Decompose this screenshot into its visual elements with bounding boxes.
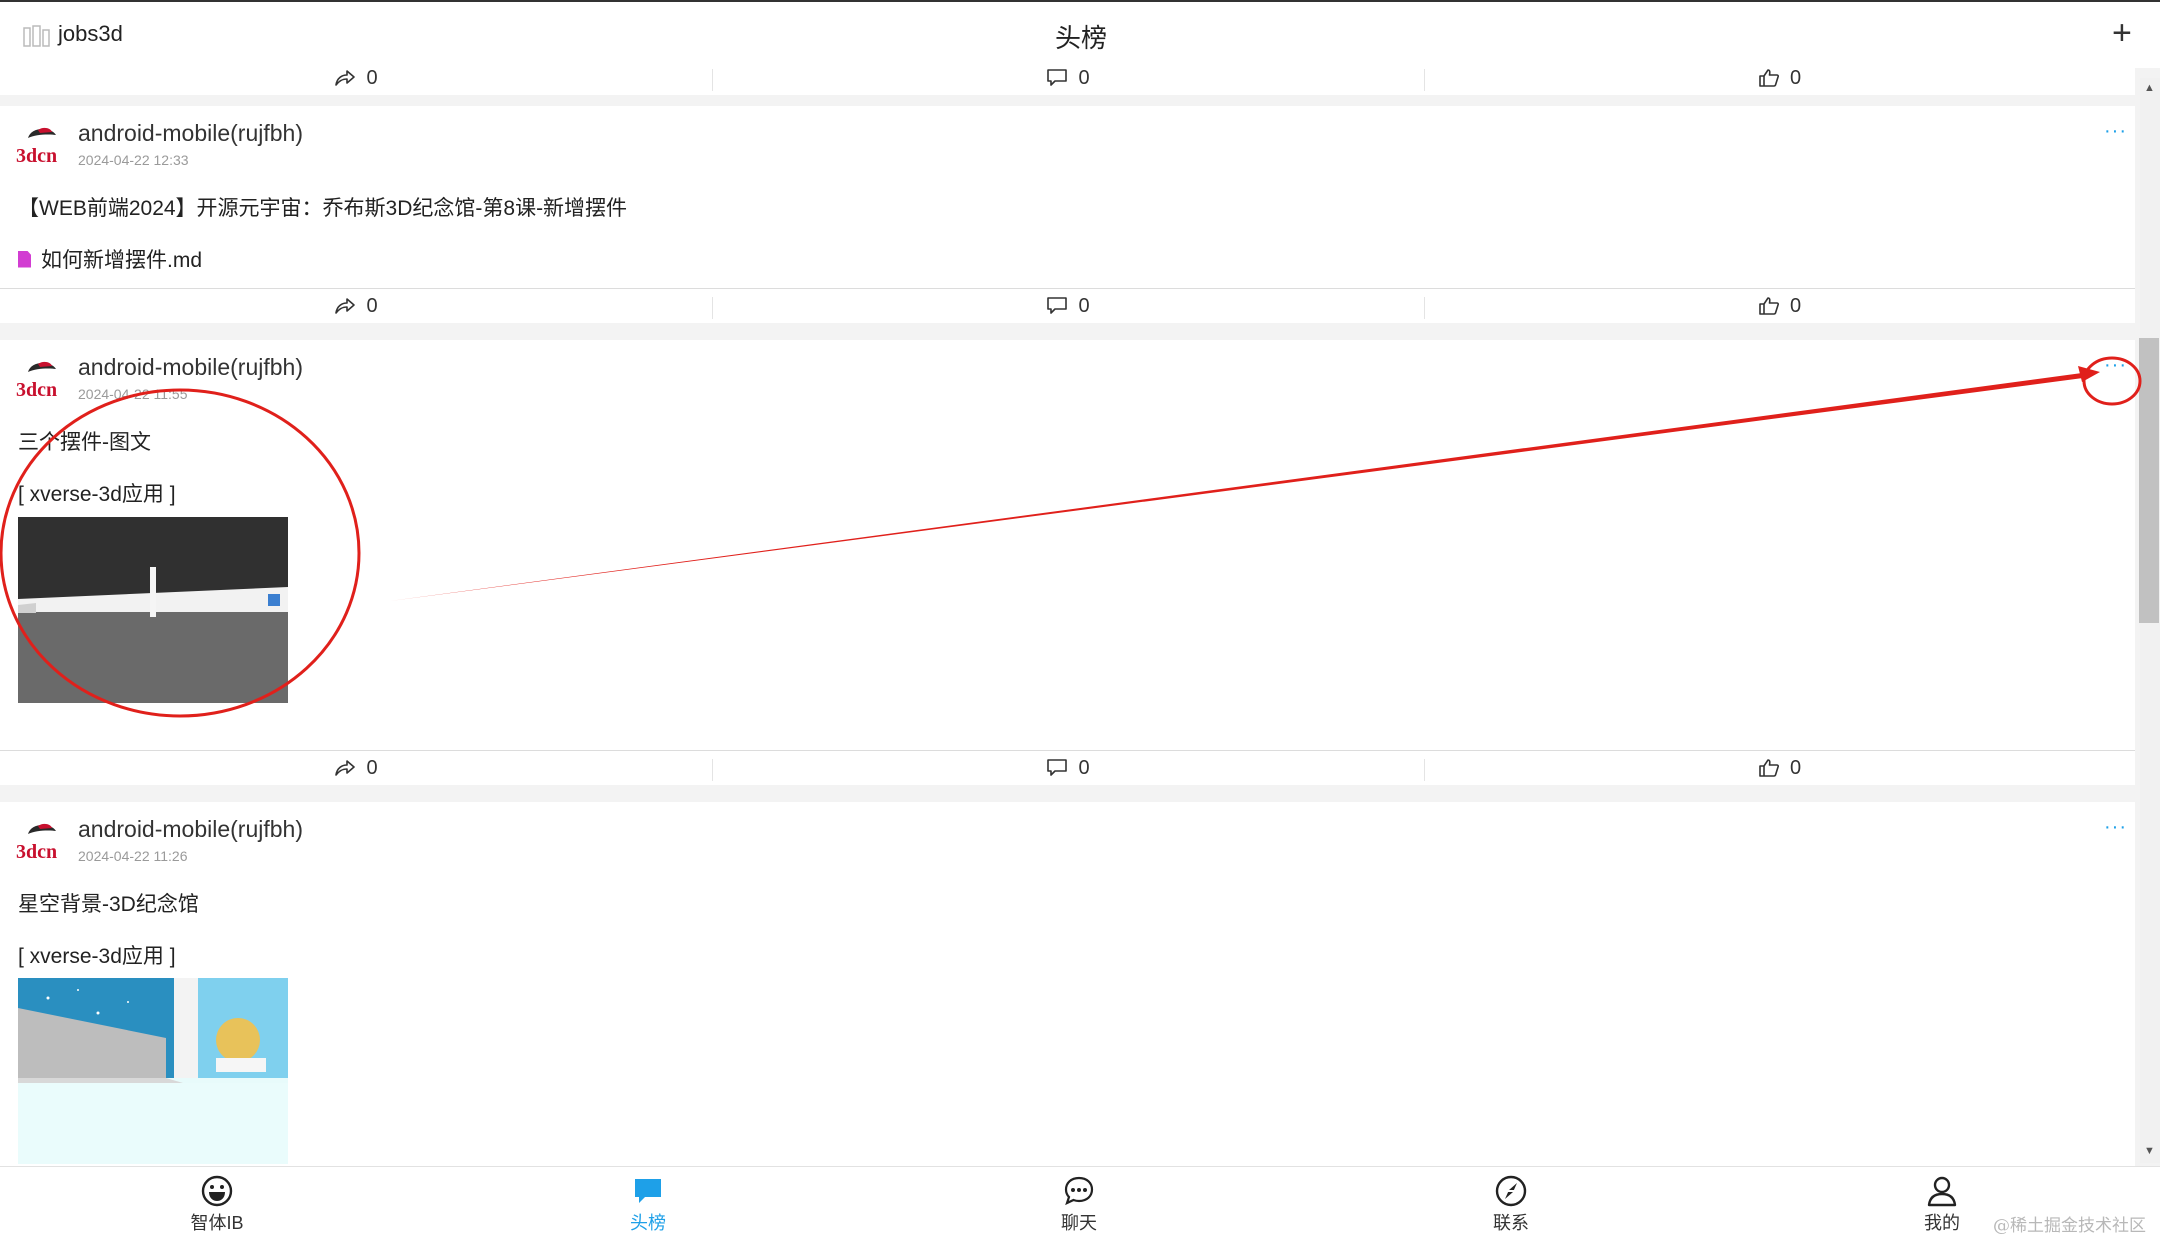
chat-bubble-icon [635,1179,661,1203]
share-icon [335,70,356,86]
post-text[interactable]: 三个摆件-图文 [18,426,151,456]
avatar: 3dcn [16,127,57,167]
avatar-text: 3dcn [16,379,57,401]
nav-label: 智体IB [190,1213,244,1233]
nav-item-toubang[interactable]: 头榜 [588,1175,708,1235]
user-icon [1927,1176,1957,1207]
message-dots-icon [1064,1176,1094,1206]
nav-label: 头榜 [630,1213,666,1233]
thumbs-up-icon [1759,69,1779,87]
share-count: 0 [366,68,378,89]
author-name[interactable]: android-mobile(rujfbh) [78,816,303,843]
app-tag[interactable]: [ xverse-3d应用 ] [18,478,176,508]
post-thumbnail[interactable] [18,517,288,703]
post-date: 2024-04-22 11:26 [78,848,188,864]
bottom-navigation: 智体IB 头榜 聊天 联系 我的 @稀土掘金技术社区 [0,1166,2160,1239]
nav-label: 联系 [1493,1213,1529,1233]
app-tag[interactable]: [ xverse-3d应用 ] [18,940,176,970]
share-button[interactable]: 0 [0,751,712,785]
feed-list[interactable]: 0 0 0 3dcn android-mobile(rujfbh) 2024-0… [0,68,2135,1166]
thumbs-up-icon [1759,759,1779,777]
post-thumbnail[interactable] [18,978,288,1164]
comment-button[interactable]: 0 [712,751,1424,785]
comment-icon [1047,759,1068,776]
comment-icon [1047,297,1068,314]
thumbs-up-icon [1759,297,1779,315]
author-name[interactable]: android-mobile(rujfbh) [78,120,303,147]
comment-count: 0 [1078,294,1090,317]
file-name: 如何新增摆件.md [41,249,203,272]
comment-button[interactable]: 0 [712,68,1424,95]
nav-item-me[interactable]: 我的 [1882,1175,2002,1235]
app-logo-icon [23,25,50,47]
comment-count: 0 [1078,756,1090,779]
like-button[interactable]: 0 [1424,68,2135,95]
share-icon [335,298,356,314]
scrollbar-thumb[interactable] [2139,338,2159,623]
compass-icon [1495,1175,1527,1207]
post-card[interactable]: 3dcn android-mobile(rujfbh) 2024-04-22 1… [0,340,2135,750]
avatar-text: 3dcn [16,841,57,863]
avatar-text: 3dcn [16,145,57,167]
share-button[interactable]: 0 [0,289,712,323]
scroll-down-icon[interactable]: ▼ [2144,1145,2155,1157]
like-count: 0 [1789,294,1802,317]
like-count: 0 [1789,756,1802,779]
avatar: 3dcn [16,823,57,863]
app-name[interactable]: jobs3d [58,21,123,47]
like-button[interactable]: 0 [1424,289,2135,323]
more-options-button[interactable]: ··· [2104,816,2127,839]
file-icon [18,250,31,268]
more-options-button[interactable]: ··· [2104,120,2127,143]
post-action-bar: 0 0 0 [0,750,2135,785]
share-count: 0 [366,294,378,317]
post-text[interactable]: 星空背景-3D纪念馆 [18,888,199,918]
post-text[interactable]: 【WEB前端2024】开源元宇宙：乔布斯3D纪念馆-第8课-新增摆件 [18,192,627,222]
author-name[interactable]: android-mobile(rujfbh) [78,354,303,381]
like-button[interactable]: 0 [1424,751,2135,785]
comment-count: 0 [1078,68,1090,89]
more-options-button[interactable]: ··· [2104,354,2127,377]
scroll-up-icon[interactable]: ▲ [2144,82,2155,94]
watermark: @稀土掘金技术社区 [1993,1216,2146,1236]
post-card[interactable]: 3dcn android-mobile(rujfbh) 2024-04-22 1… [0,802,2135,1166]
comment-button[interactable]: 0 [712,289,1424,323]
post-date: 2024-04-22 11:55 [78,386,188,402]
share-button[interactable]: 0 [0,68,712,95]
nav-label: 聊天 [1061,1213,1097,1233]
share-count: 0 [366,756,378,779]
file-attachment[interactable]: 如何新增摆件.md [18,244,202,274]
share-icon [335,760,356,776]
post-action-bar: 0 0 0 [0,288,2135,323]
post-card[interactable]: 3dcn android-mobile(rujfbh) 2024-04-22 1… [0,106,2135,288]
add-button[interactable]: + [2112,16,2132,50]
avatar: 3dcn [16,361,57,401]
nav-item-zhiti[interactable]: 智体IB [157,1175,277,1235]
nav-label: 我的 [1924,1213,1960,1233]
nav-item-chat[interactable]: 聊天 [1019,1175,1139,1235]
nav-item-contact[interactable]: 联系 [1451,1175,1571,1235]
top-header: jobs3d 头榜 + [0,0,2160,68]
like-count: 0 [1789,68,1802,89]
post-date: 2024-04-22 12:33 [78,152,189,168]
post-action-bar: 0 0 0 [0,68,2135,95]
page-title: 头榜 [1055,23,1108,53]
smiley-icon [201,1175,233,1207]
comment-icon [1047,69,1068,86]
